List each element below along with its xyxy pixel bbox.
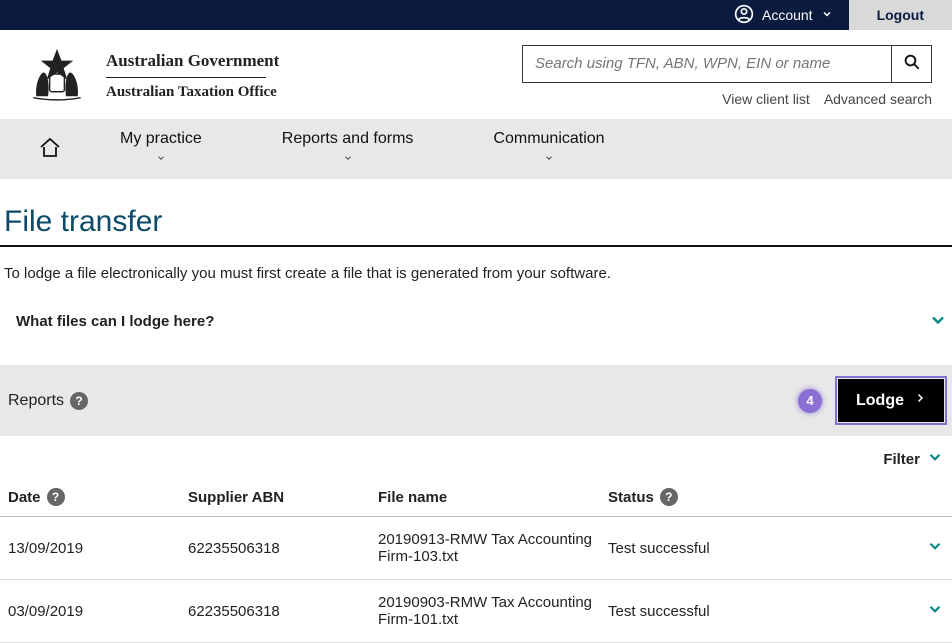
search-box <box>522 45 932 83</box>
cell-date: 03/09/2019 <box>0 580 180 643</box>
crest-line2: Australian Taxation Office <box>106 84 279 101</box>
accordion-label: What files can I lodge here? <box>16 313 214 330</box>
th-file: File name <box>378 489 447 506</box>
reports-left: Reports ? <box>8 392 88 410</box>
cell-abn: 62235506318 <box>180 580 370 643</box>
count-badge: 4 <box>798 389 822 413</box>
main-nav: My practice Reports and forms Communicat… <box>0 119 952 179</box>
nav-my-practice[interactable]: My practice <box>80 119 242 179</box>
cell-date: 13/09/2019 <box>0 517 180 580</box>
table-row: 03/09/2019 62235506318 20190903-RMW Tax … <box>0 580 952 643</box>
cell-status: Test successful <box>600 517 918 580</box>
search-column: View client list Advanced search <box>522 45 932 107</box>
page-title-wrap: File transfer <box>0 179 952 247</box>
intro-text: To lodge a file electronically you must … <box>0 255 952 302</box>
logout-label: Logout <box>877 7 924 23</box>
chevron-down-icon <box>926 605 944 622</box>
chevron-down-icon <box>926 448 944 470</box>
header: Australian Government Australian Taxatio… <box>0 30 952 119</box>
count-value: 4 <box>806 393 813 408</box>
row-expand[interactable] <box>918 517 952 580</box>
advanced-search-link[interactable]: Advanced search <box>824 91 932 107</box>
page-title: File transfer <box>4 205 948 239</box>
row-expand[interactable] <box>918 580 952 643</box>
th-abn: Supplier ABN <box>188 489 284 506</box>
crest-block: Australian Government Australian Taxatio… <box>20 44 279 107</box>
reports-bar: Reports ? 4 Lodge <box>0 365 952 436</box>
crest-icon <box>20 44 94 107</box>
account-label: Account <box>762 7 813 23</box>
reports-table: Date ? Supplier ABN File name Status ? 1… <box>0 478 952 643</box>
nav-label: Communication <box>493 130 604 148</box>
chevron-down-icon <box>341 150 355 168</box>
accordion-what-files[interactable]: What files can I lodge here? <box>0 302 952 345</box>
nav-label: Reports and forms <box>282 130 414 148</box>
lodge-button[interactable]: Lodge <box>838 379 944 422</box>
nav-reports-forms[interactable]: Reports and forms <box>242 119 454 179</box>
nav-communication[interactable]: Communication <box>453 119 644 179</box>
chevron-right-icon <box>914 391 926 410</box>
nav-label: My practice <box>120 130 202 148</box>
search-button[interactable] <box>891 46 931 82</box>
search-icon <box>903 53 921 74</box>
th-status: Status <box>608 489 654 506</box>
cell-file: 20190913-RMW Tax Accounting Firm-103.txt <box>370 517 600 580</box>
logout-button[interactable]: Logout <box>849 0 952 30</box>
reports-right: 4 Lodge <box>798 379 944 422</box>
search-links: View client list Advanced search <box>722 91 932 107</box>
cell-file: 20190903-RMW Tax Accounting Firm-101.txt <box>370 580 600 643</box>
crest-divider <box>106 77 266 78</box>
chevron-down-icon <box>928 310 948 333</box>
help-icon[interactable]: ? <box>70 392 88 410</box>
crest-text: Australian Government Australian Taxatio… <box>106 51 279 101</box>
table-row: 13/09/2019 62235506318 20190913-RMW Tax … <box>0 517 952 580</box>
help-icon[interactable]: ? <box>660 488 678 506</box>
chevron-down-icon <box>821 7 833 23</box>
home-icon <box>38 136 62 163</box>
cell-status: Test successful <box>600 580 918 643</box>
filter-toggle[interactable]: Filter <box>0 436 952 478</box>
account-icon <box>734 4 754 27</box>
account-menu[interactable]: Account <box>718 0 849 30</box>
search-input[interactable] <box>523 46 891 82</box>
filter-label: Filter <box>883 451 920 468</box>
view-client-list-link[interactable]: View client list <box>722 91 810 107</box>
help-icon[interactable]: ? <box>47 488 65 506</box>
th-date: Date <box>8 489 41 506</box>
crest-line1: Australian Government <box>106 51 279 71</box>
nav-home[interactable] <box>20 136 80 163</box>
top-bar: Account Logout <box>0 0 952 30</box>
chevron-down-icon <box>542 150 556 168</box>
reports-label: Reports <box>8 392 64 410</box>
lodge-label: Lodge <box>856 392 904 410</box>
cell-abn: 62235506318 <box>180 517 370 580</box>
chevron-down-icon <box>154 150 168 168</box>
table-header-row: Date ? Supplier ABN File name Status ? <box>0 478 952 517</box>
chevron-down-icon <box>926 542 944 559</box>
